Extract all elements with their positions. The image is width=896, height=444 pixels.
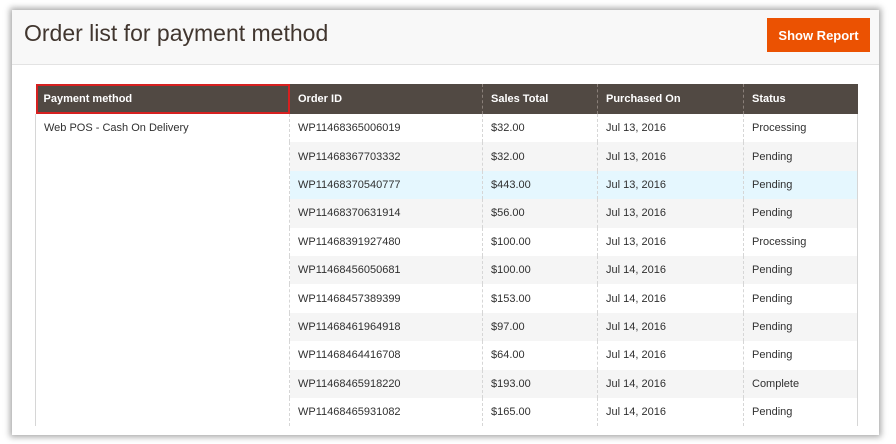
order-id-cell: WP11468461964918 bbox=[289, 312, 483, 342]
order-id-cell: WP11468456050681 bbox=[289, 255, 483, 285]
sales-total-cell: $32.00 bbox=[482, 114, 598, 143]
status-cell: Pending bbox=[743, 397, 858, 427]
purchased-on-cell: Jul 13, 2016 bbox=[597, 227, 744, 256]
order-id-cell: WP11468464416708 bbox=[289, 341, 483, 370]
sales-total-cell: $100.00 bbox=[482, 227, 598, 256]
status-cell: Pending bbox=[743, 341, 858, 370]
order-id-cell: WP11468370631914 bbox=[289, 199, 483, 228]
order-id-cell: WP11468465918220 bbox=[289, 369, 483, 398]
order-id-cell: WP11468465931082 bbox=[289, 397, 483, 427]
page-header: Order list for payment method Show Repor… bbox=[12, 10, 879, 65]
order-id-cell: WP11468367703332 bbox=[289, 142, 483, 171]
sales-total-cell: $97.00 bbox=[482, 312, 598, 342]
page-title: Order list for payment method bbox=[24, 20, 329, 46]
sales-total-cell: $193.00 bbox=[482, 369, 598, 398]
purchased-on-cell: Jul 14, 2016 bbox=[597, 341, 744, 370]
sales-total-cell: $443.00 bbox=[482, 170, 598, 200]
purchased-on-cell: Jul 13, 2016 bbox=[597, 114, 744, 143]
sales-total-cell: $165.00 bbox=[482, 397, 598, 427]
status-cell: Pending bbox=[743, 142, 858, 171]
sales-total-cell: $32.00 bbox=[482, 142, 598, 171]
table-header-row: Payment method Order ID Sales Total Purc… bbox=[35, 84, 858, 114]
status-cell: Processing bbox=[743, 114, 858, 143]
status-cell: Complete bbox=[743, 369, 858, 398]
table-row[interactable]: Web POS - Cash On Delivery WP114683650060… bbox=[35, 114, 858, 427]
order-id-cell: WP11468370540777 bbox=[289, 170, 483, 200]
column-header-status[interactable]: Status bbox=[743, 84, 858, 114]
order-id-cell: WP11468391927480 bbox=[289, 227, 483, 256]
show-report-button[interactable]: Show Report bbox=[767, 18, 870, 52]
purchased-on-cell: Jul 14, 2016 bbox=[597, 369, 744, 398]
column-header-sales-total[interactable]: Sales Total bbox=[482, 84, 598, 114]
status-cell: Pending bbox=[743, 284, 858, 313]
purchased-on-cell: Jul 13, 2016 bbox=[597, 170, 744, 200]
sales-total-cell: $153.00 bbox=[482, 284, 598, 313]
orders-table: Payment method Order ID Sales Total Purc… bbox=[35, 84, 858, 427]
column-header-purchased-on[interactable]: Purchased On bbox=[597, 84, 744, 114]
sales-total-cell: $64.00 bbox=[482, 341, 598, 370]
sales-total-cell: $56.00 bbox=[482, 199, 598, 228]
sales-total-cell: $100.00 bbox=[482, 255, 598, 285]
payment-method-cell: Web POS - Cash On Delivery bbox=[35, 114, 290, 427]
purchased-on-cell: Jul 14, 2016 bbox=[597, 284, 744, 313]
status-cell: Processing bbox=[743, 227, 858, 256]
status-cell: Pending bbox=[743, 199, 858, 228]
status-cell: Pending bbox=[743, 170, 858, 200]
status-cell: Pending bbox=[743, 312, 858, 342]
purchased-on-cell: Jul 13, 2016 bbox=[597, 199, 744, 228]
order-id-cell: WP11468457389399 bbox=[289, 284, 483, 313]
purchased-on-cell: Jul 14, 2016 bbox=[597, 397, 744, 427]
status-cell: Pending bbox=[743, 255, 858, 285]
purchased-on-cell: Jul 14, 2016 bbox=[597, 312, 744, 342]
column-header-payment-method[interactable]: Payment method bbox=[35, 84, 290, 114]
purchased-on-cell: Jul 14, 2016 bbox=[597, 255, 744, 285]
purchased-on-cell: Jul 13, 2016 bbox=[597, 142, 744, 171]
column-header-order-id[interactable]: Order ID bbox=[289, 84, 483, 114]
order-id-cell: WP11468365006019 bbox=[289, 114, 483, 143]
report-panel: Order list for payment method Show Repor… bbox=[12, 10, 879, 435]
